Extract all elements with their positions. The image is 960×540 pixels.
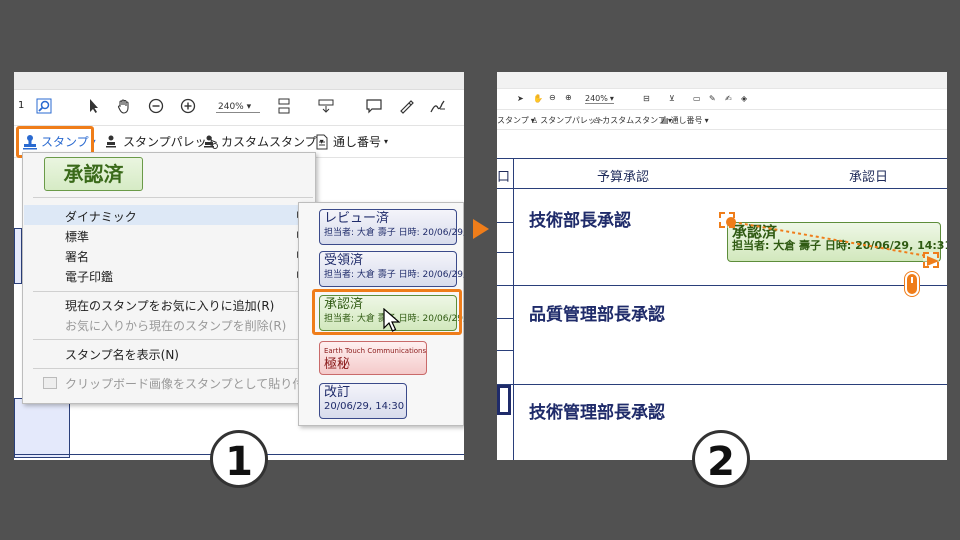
stamp-title: レビュー済 [324,211,390,226]
column-header-date: 承認日 [849,170,889,185]
stamp-button-label: スタンプ [497,116,529,125]
menu-separator [33,291,313,292]
stamp-revised[interactable]: 改訂 20/06/29, 14:30 [319,383,407,419]
stamp-date: 20/06/29, 14:30 [324,401,405,412]
clipboard-icon [43,377,57,389]
insert-icon[interactable]: ⊻ [669,94,675,103]
table-cell-blue [14,398,70,458]
zoom-level-dropdown[interactable]: 240% ▾ [216,102,260,113]
menu-item-paste-clipboard: クリップボード画像をスタンプとして貼り付け(P) [65,377,333,391]
menu-item-dynamic[interactable]: ダイナミック [65,208,137,225]
table-line [497,252,513,253]
panel-1-screenshot: 1 240% ▾ スタンプ ▾ スタンプパレット カスタムスタンプ ▾ 通し番号… [14,72,464,460]
next-step-arrow-icon [473,219,489,239]
table-line [497,350,513,351]
zoom-in-icon[interactable] [180,98,196,114]
zoom-level-value: 240% [585,94,608,103]
row-title-quality: 品質管理部長承認 [529,305,665,325]
table-cell-highlight [497,385,511,415]
table-cell-blue [14,228,22,284]
table-line [497,188,947,189]
main-toolbar: 1 240% ▾ [14,90,464,126]
main-toolbar-small: ➤ ✋ ⊖ ⊕ 240% ▾ ⊟ ⊻ ▭ ✎ ✍ ◈ [497,88,947,110]
custom-stamp-button[interactable]: カスタムスタンプ ▾ [202,133,324,150]
stamp-palette-icon [106,135,116,147]
step-badge-2: 2 [692,430,750,488]
stamp-title: 受領済 [324,253,364,268]
page-layout-icon[interactable] [276,98,292,114]
select-pointer-icon[interactable] [86,98,102,114]
row-title-tech: 技術部長承認 [529,211,631,231]
insert-icon[interactable] [318,98,334,114]
tag-icon[interactable]: ◈ [741,94,747,103]
table-line [513,158,514,460]
panel-2-screenshot: ➤ ✋ ⊖ ⊕ 240% ▾ ⊟ ⊻ ▭ ✎ ✍ ◈ スタンプ ▾ ♙ スタンプパレ… [497,72,947,460]
serial-number-icon [316,134,328,149]
menu-separator [33,368,313,369]
table-line [497,384,947,385]
row-title-tech-admin: 技術管理部長承認 [529,403,665,423]
menu-item-add-favorite[interactable]: 現在のスタンプをお気に入りに追加(R) [65,297,274,314]
custom-stamp-icon [204,135,218,149]
window-top-strip [14,72,464,90]
table-line [497,285,947,286]
stamp-confidential[interactable]: Earth Touch Communications 極秘 [319,341,427,375]
stamp-reviewed[interactable]: レビュー済 担当者: 大倉 壽子 日時: 20/06/29, 14:30 [319,209,464,245]
serial-number-label: 通し番号 [333,135,382,149]
mouse-drag-icon [905,272,919,296]
current-stamp-preview[interactable]: 承認済 [44,157,143,191]
signature-icon[interactable]: ✍ [725,94,732,103]
table-line [497,222,513,223]
drag-end-arrow-icon [927,256,939,266]
stamp-received[interactable]: 受領済 担当者: 大倉 壽子 日時: 20/06/29, 14:30 [319,251,464,287]
zoom-level-value: 240% [218,102,244,112]
stamp-subtitle: 担当者: 大倉 壽子 日時: 20/06/29, 14:30 [324,228,464,238]
menu-item-remove-favorite: お気に入りから現在のスタンプを削除(R) [65,319,287,333]
zoom-search-icon[interactable] [36,98,52,114]
drag-path-arrow [732,221,928,257]
column-header-fragment: 口 [497,170,511,185]
menu-item-e-seal[interactable]: 電子印鑑 [65,268,113,285]
custom-stamp-label: カスタムスタンプ [602,116,666,125]
step-badge-1: 1 [210,430,268,488]
menu-item-standard[interactable]: 標準 [65,228,89,245]
page-layout-icon[interactable]: ⊟ [643,94,650,103]
menu-separator [33,197,313,198]
stamp-title: 改訂 [324,385,351,400]
zoom-out-icon[interactable]: ⊖ [549,93,556,102]
stamp-button[interactable]: スタンプ ▾ [497,115,535,126]
hand-tool-icon[interactable]: ✋ [533,94,543,103]
stamp-dropdown-menu: 承認済 ダイナミック ▶ 標準 ▶ 署名 ▶ 電子印鑑 ▶ 現在のスタンプをお気… [22,152,333,404]
zoom-level-dropdown[interactable]: 240% ▾ [585,94,614,104]
serial-number-icon: ▤ [661,116,669,125]
stamp-company: Earth Touch Communications [324,347,427,355]
custom-stamp-label: カスタムスタンプ [221,135,317,149]
highlight-pen-icon[interactable]: ✎ [709,94,716,103]
stamp-subtitle: 担当者: 大倉 壽子 日時: 20/06/29, 14:30 [324,270,464,280]
stamp-title: 極秘 [324,357,351,372]
table-line [497,318,513,319]
menu-item-show-stamp-name[interactable]: スタンプ名を表示(N) [65,346,179,363]
custom-stamp-icon: ♙ [593,116,601,125]
zoom-in-icon[interactable]: ⊕ [565,93,572,102]
serial-number-button[interactable]: ▤ 通し番号 ▾ [661,115,709,126]
mouse-cursor-icon [383,308,401,332]
serial-number-button[interactable]: 通し番号 ▾ [314,133,388,150]
menu-separator [33,339,313,340]
serial-number-label: 通し番号 [670,116,703,125]
table-line [497,158,947,159]
stamp-palette-icon: ♙ [531,116,539,125]
menu-item-signature[interactable]: 署名 [65,248,89,265]
stamp-toolbar-small: スタンプ ▾ ♙ スタンプパレット ♙ カスタムスタンプ ▾ ▤ 通し番号 ▾ [497,110,947,130]
signature-icon[interactable] [430,98,446,114]
highlight-pen-icon[interactable] [398,98,414,114]
comment-icon[interactable]: ▭ [693,94,701,103]
column-header-budget: 予算承認 [597,170,650,185]
comment-icon[interactable] [366,98,382,114]
hand-tool-icon[interactable] [116,98,132,114]
window-top-strip [497,72,947,88]
page-number[interactable]: 1 [18,100,24,111]
select-pointer-icon[interactable]: ➤ [517,94,524,103]
zoom-out-icon[interactable] [148,98,164,114]
